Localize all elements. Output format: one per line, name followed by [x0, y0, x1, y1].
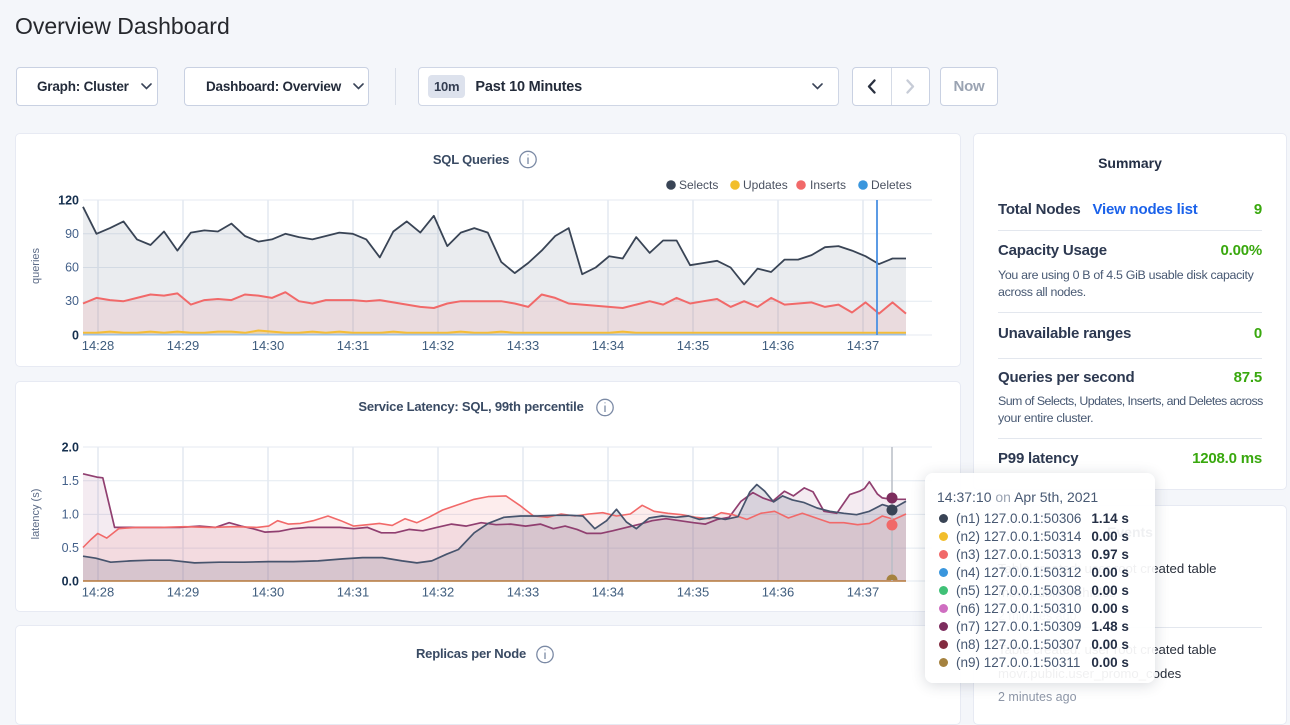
svg-text:0.5: 0.5 — [62, 541, 79, 555]
svg-text:2.0: 2.0 — [62, 441, 79, 455]
svg-text:Updates: Updates — [743, 178, 788, 192]
svg-text:30: 30 — [65, 294, 79, 308]
svg-text:0: 0 — [72, 329, 79, 343]
svg-text:14:32: 14:32 — [422, 338, 455, 353]
svg-text:14:28: 14:28 — [82, 585, 115, 600]
svg-text:14:30: 14:30 — [252, 338, 285, 353]
svg-text:14:34: 14:34 — [592, 338, 625, 353]
svg-text:Deletes: Deletes — [871, 178, 912, 192]
svg-text:14:31: 14:31 — [337, 585, 370, 600]
svg-text:14:37: 14:37 — [847, 338, 880, 353]
svg-text:1.5: 1.5 — [62, 474, 79, 488]
svg-text:Selects: Selects — [679, 178, 718, 192]
svg-text:latency (s): latency (s) — [30, 489, 42, 540]
svg-text:1.0: 1.0 — [62, 508, 79, 522]
svg-text:60: 60 — [65, 261, 79, 275]
svg-text:Inserts: Inserts — [810, 178, 846, 192]
svg-text:0.0: 0.0 — [62, 575, 79, 589]
svg-text:14:34: 14:34 — [592, 585, 625, 600]
svg-text:90: 90 — [65, 227, 79, 241]
svg-text:14:31: 14:31 — [337, 338, 370, 353]
svg-text:14:36: 14:36 — [762, 585, 795, 600]
svg-text:14:35: 14:35 — [677, 338, 710, 353]
svg-text:14:36: 14:36 — [762, 338, 795, 353]
svg-text:14:33: 14:33 — [507, 338, 540, 353]
svg-text:14:29: 14:29 — [167, 585, 200, 600]
svg-text:14:30: 14:30 — [252, 585, 285, 600]
svg-text:14:28: 14:28 — [82, 338, 115, 353]
svg-text:14:37: 14:37 — [847, 585, 880, 600]
svg-text:120: 120 — [58, 194, 79, 208]
svg-text:14:32: 14:32 — [422, 585, 455, 600]
svg-text:14:29: 14:29 — [167, 338, 200, 353]
svg-text:14:33: 14:33 — [507, 585, 540, 600]
svg-text:queries: queries — [30, 247, 42, 284]
svg-text:40: 40 — [65, 689, 79, 690]
svg-text:14:35: 14:35 — [677, 585, 710, 600]
